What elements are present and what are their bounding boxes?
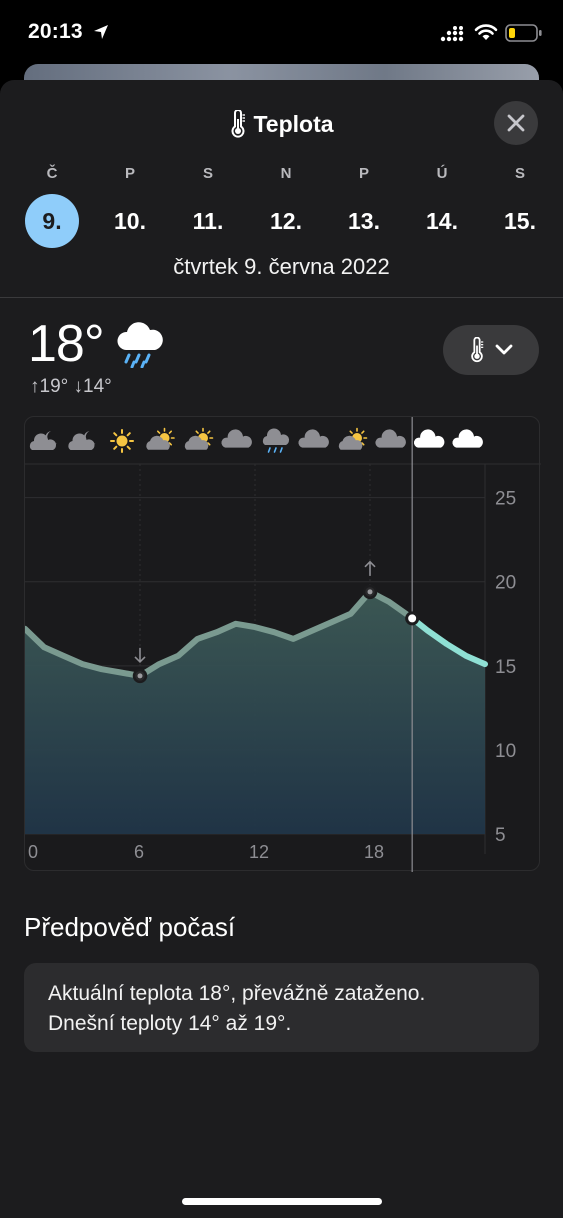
high-low-temps: ↑19° ↓14° — [30, 376, 112, 398]
x-tick-label: 6 — [134, 842, 144, 862]
moon-cloud-icon — [29, 431, 57, 450]
x-tick-label: 12 — [249, 842, 269, 862]
day-item-15[interactable]: S 15. — [481, 164, 559, 248]
status-time: 20:13 — [28, 20, 83, 43]
min-arrow-icon — [134, 647, 146, 664]
chart-svg: 25 20 15 10 5 0 6 12 18 — [25, 417, 541, 872]
wifi-icon — [474, 24, 498, 40]
thermometer-icon — [231, 110, 246, 138]
x-tick-label: 18 — [364, 842, 384, 862]
location-arrow-icon — [94, 25, 108, 39]
current-temperature: 18° — [28, 315, 105, 373]
min-point-core — [137, 673, 143, 679]
y-tick-label: 20 — [495, 573, 516, 594]
day-letter: N — [280, 165, 292, 182]
y-tick-label: 15 — [495, 657, 516, 678]
page-title: Teplota — [253, 110, 334, 137]
forecast-line-1: Aktuální teplota 18°, převážně zataženo. — [48, 982, 426, 1005]
now-point — [405, 611, 420, 626]
sun-cloud-icon — [338, 427, 368, 450]
rain-cloud-icon — [262, 428, 290, 453]
status-bar: 20:13 — [0, 0, 563, 66]
day-number: 14. — [426, 208, 458, 234]
max-point-core — [367, 589, 373, 595]
cloud-icon — [298, 429, 329, 448]
day-item-14[interactable]: Ú 14. — [403, 164, 481, 248]
rain-cloud-icon — [117, 322, 163, 368]
day-number: 12. — [270, 208, 302, 234]
cloud-icon — [413, 429, 445, 448]
temperature-chart[interactable]: 25 20 15 10 5 0 6 12 18 — [24, 416, 541, 872]
forecast-line-2: Dnešní teploty 14° až 19°. — [48, 1012, 292, 1035]
y-tick-label: 25 — [495, 489, 516, 510]
low-temp: ↓14° — [73, 376, 112, 397]
day-item-13[interactable]: P 13. — [325, 164, 403, 248]
battery-low-icon — [505, 24, 542, 42]
day-selector: Č 9. P 10. S 11. N 12. P 13. Ú 14. S 15. — [13, 164, 557, 248]
home-indicator — [182, 1198, 382, 1205]
day-item-9[interactable]: Č 9. — [13, 164, 91, 248]
x-tick-label: 0 — [28, 842, 38, 862]
day-letter: Č — [46, 165, 58, 182]
moon-cloud-icon — [68, 431, 96, 450]
chevron-down-icon — [495, 344, 513, 355]
day-letter: Ú — [436, 165, 448, 182]
y-tick-label: 5 — [495, 825, 506, 846]
day-number: 11. — [192, 208, 224, 234]
day-number: 13. — [348, 208, 380, 234]
day-number: 15. — [504, 208, 536, 234]
y-tick-label: 10 — [495, 741, 516, 762]
cloud-icon — [375, 429, 406, 448]
close-icon — [507, 114, 525, 132]
day-item-12[interactable]: N 12. — [247, 164, 325, 248]
divider — [0, 297, 563, 298]
day-letter: S — [514, 165, 525, 182]
sun-cloud-icon — [184, 427, 214, 450]
day-item-11[interactable]: S 11. — [169, 164, 247, 248]
cloud-icon — [452, 429, 483, 448]
day-item-10[interactable]: P 10. — [91, 164, 169, 248]
sun-cloud-icon — [146, 427, 175, 450]
day-letter: P — [358, 165, 369, 182]
full-date: čtvrtek 9. června 2022 — [173, 254, 390, 279]
cellular-signal-icon — [440, 26, 464, 42]
forecast-title: Předpověď počasí — [24, 912, 236, 942]
thermometer-icon — [471, 337, 484, 363]
forecast-card: Aktuální teplota 18°, převážně zataženo.… — [24, 963, 539, 1052]
cloud-icon — [221, 429, 252, 448]
high-temp: ↑19° — [30, 376, 69, 397]
max-arrow-icon — [364, 560, 376, 576]
close-button[interactable] — [494, 101, 538, 145]
day-letter: S — [202, 165, 213, 182]
sun-icon — [110, 429, 134, 453]
sheet-header: Teplota — [0, 110, 563, 140]
day-number: 10. — [114, 208, 146, 234]
day-letter: P — [124, 165, 135, 182]
metric-selector-button[interactable] — [443, 325, 539, 375]
day-number: 9. — [25, 194, 79, 248]
